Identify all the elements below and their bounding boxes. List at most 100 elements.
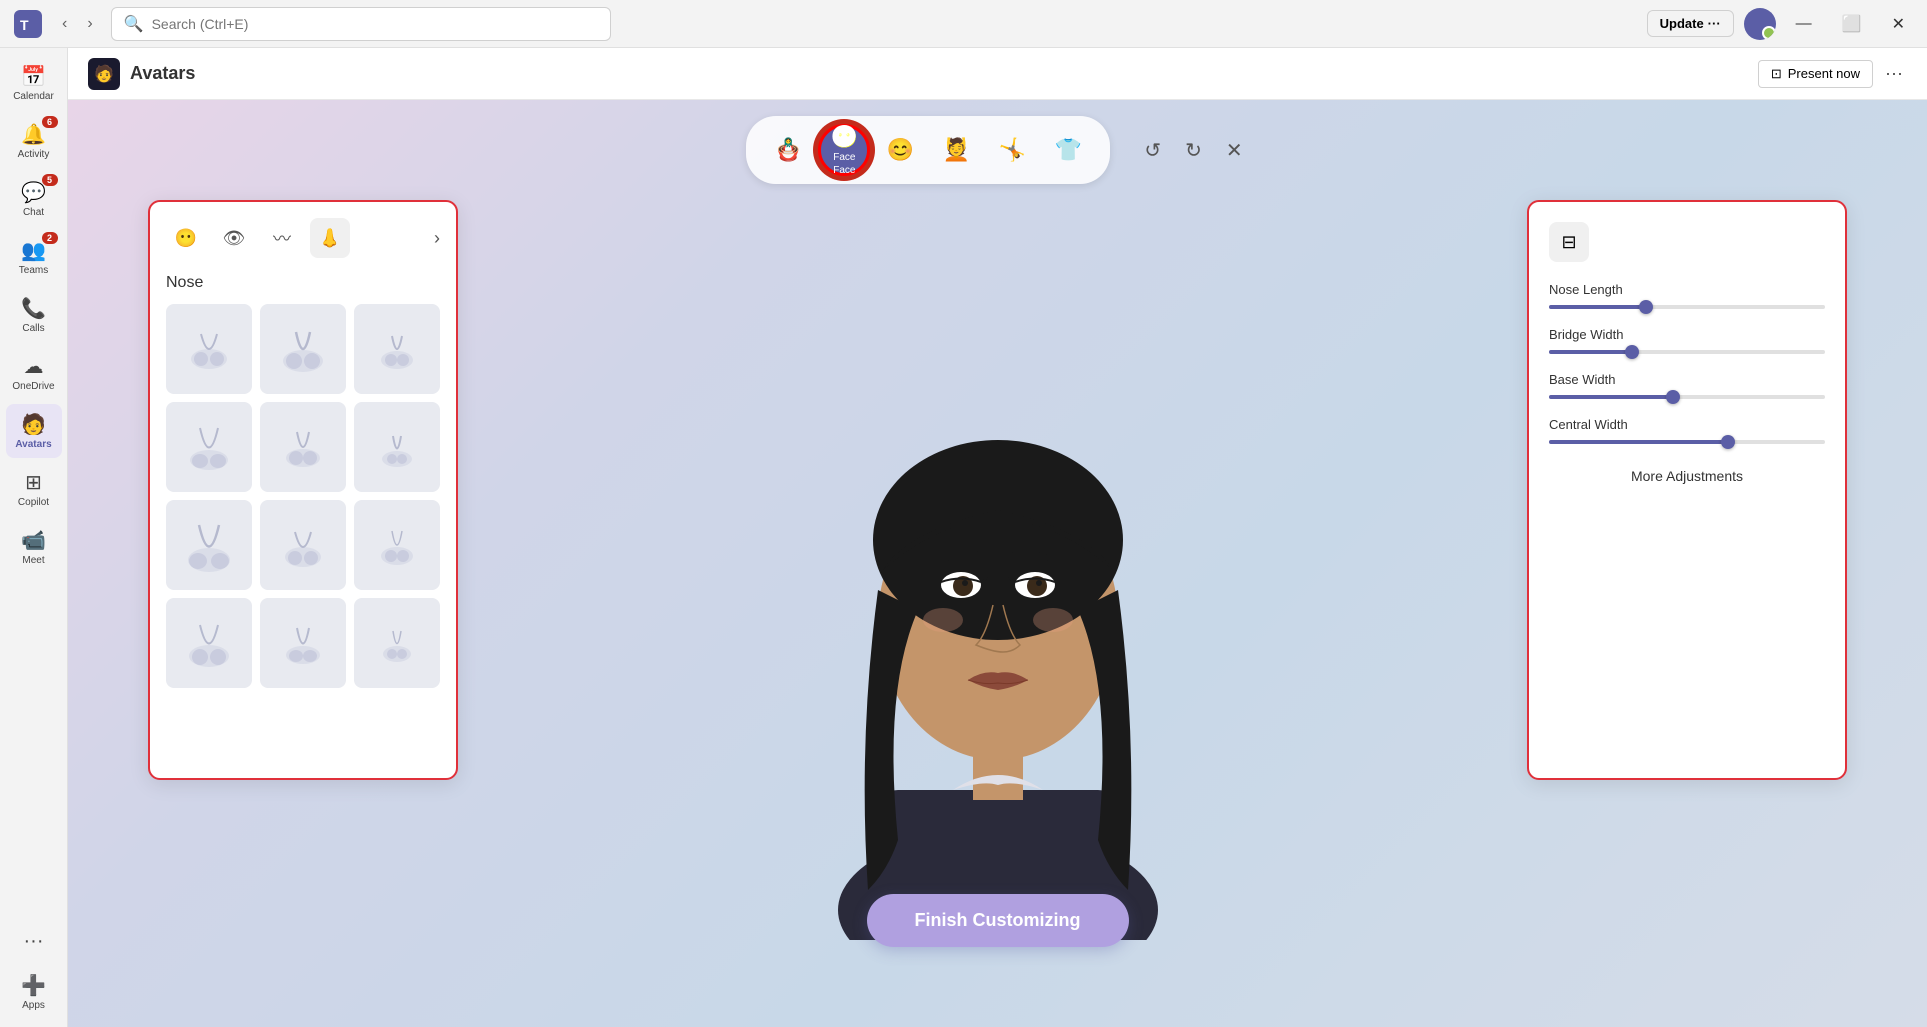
right-panel-header: ⊟: [1549, 222, 1825, 262]
toolbar-tab-hair[interactable]: 💆: [930, 124, 982, 176]
close-button[interactable]: ✕: [1882, 10, 1915, 38]
sidebar-label-onedrive: OneDrive: [12, 381, 54, 392]
sidebar-label-activity: Activity: [18, 149, 50, 160]
panel-tab-eyebrows[interactable]: 〰: [262, 218, 302, 258]
update-dots: ···: [1708, 16, 1721, 31]
nose-item-2[interactable]: [260, 304, 346, 394]
toolbar-tab-outfit[interactable]: 👕: [1042, 124, 1094, 176]
sidebar-label-calls: Calls: [22, 323, 44, 334]
right-panel: ⊟ Nose Length Bridge Width: [1527, 200, 1847, 780]
sidebar-label-avatars: Avatars: [15, 439, 51, 450]
header-right: ⊡ Present now ···: [1758, 59, 1907, 88]
forward-button[interactable]: ›: [79, 11, 100, 37]
nose-length-label: Nose Length: [1549, 282, 1825, 297]
nose-item-7[interactable]: [166, 500, 252, 590]
nose-item-12[interactable]: [354, 598, 440, 688]
toolbar-tab-pose[interactable]: 🤸: [986, 124, 1038, 176]
teams-logo: T: [12, 8, 44, 40]
bridge-width-thumb[interactable]: [1625, 345, 1639, 359]
toolbar-tab-body[interactable]: 🪆: [762, 124, 814, 176]
nose-length-track[interactable]: [1549, 305, 1825, 309]
nose-item-10[interactable]: [166, 598, 252, 688]
nose-item-4[interactable]: [166, 402, 252, 492]
back-button[interactable]: ‹: [54, 11, 75, 37]
user-avatar[interactable]: [1744, 8, 1776, 40]
update-button[interactable]: Update ···: [1647, 10, 1734, 37]
minimize-button[interactable]: —: [1786, 11, 1822, 37]
panel-tab-nose[interactable]: 👃: [310, 218, 350, 258]
sidebar-item-apps[interactable]: ➕ Apps: [6, 965, 62, 1019]
close-editor-button[interactable]: ✕: [1220, 132, 1249, 169]
present-now-button[interactable]: ⊡ Present now: [1758, 60, 1873, 88]
calls-icon: 📞: [21, 296, 46, 321]
panel-tab-eyes[interactable]: 👁: [214, 218, 254, 258]
nose-item-3[interactable]: [354, 304, 440, 394]
nose-item-11[interactable]: [260, 598, 346, 688]
maximize-button[interactable]: ⬜: [1832, 10, 1872, 38]
central-width-thumb[interactable]: [1721, 435, 1735, 449]
sidebar-item-meet[interactable]: 📹 Meet: [6, 520, 62, 574]
header-more-button[interactable]: ···: [1881, 59, 1907, 88]
sidebar-item-calendar[interactable]: 📅 Calendar: [6, 56, 62, 110]
panel-tab-face-shape[interactable]: 😶: [166, 218, 206, 258]
finish-customizing-button[interactable]: Finish Customizing: [867, 894, 1129, 947]
more-adjustments-button[interactable]: More Adjustments: [1549, 468, 1825, 484]
undo-button[interactable]: ↺: [1138, 132, 1167, 169]
nose-item-9[interactable]: [354, 500, 440, 590]
present-label: Present now: [1788, 66, 1860, 81]
central-width-section: Central Width: [1549, 417, 1825, 444]
nose-item-8[interactable]: [260, 500, 346, 590]
activity-badge: 6: [42, 116, 58, 128]
panel-tabs: 😶 👁 〰 👃 ›: [166, 218, 440, 258]
nose-item-1[interactable]: [166, 304, 252, 394]
avatar-svg: [798, 190, 1198, 940]
sidebar-item-onedrive[interactable]: ☁ OneDrive: [6, 346, 62, 400]
redo-button[interactable]: ↻: [1179, 132, 1208, 169]
sidebar-item-activity[interactable]: 🔔 6 Activity: [6, 114, 62, 168]
nose-length-fill: [1549, 305, 1646, 309]
apps-icon: ➕: [21, 973, 46, 998]
nav-buttons: ‹ ›: [54, 11, 101, 37]
teams-icon: 👥: [21, 238, 46, 263]
sidebar-item-copilot[interactable]: ⊞ Copilot: [6, 462, 62, 516]
sidebar-item-more[interactable]: ···: [6, 922, 62, 961]
left-panel: 😶 👁 〰 👃 › Nose: [148, 200, 458, 780]
base-width-track[interactable]: [1549, 395, 1825, 399]
sidebar-item-chat[interactable]: 💬 5 Chat: [6, 172, 62, 226]
nose-item-5[interactable]: [260, 402, 346, 492]
base-width-section: Base Width: [1549, 372, 1825, 399]
nose-length-thumb[interactable]: [1639, 300, 1653, 314]
search-bar: 🔍: [111, 7, 611, 41]
search-input[interactable]: [152, 16, 598, 32]
titlebar-right: Update ··· — ⬜ ✕: [1647, 8, 1915, 40]
toolbar-pill: 🪆 😶 Face Face 😊 💆 🤸 👕: [746, 116, 1110, 184]
sidebar-item-teams[interactable]: 👥 2 Teams: [6, 230, 62, 284]
search-icon: 🔍: [124, 14, 144, 34]
nose-length-section: Nose Length: [1549, 282, 1825, 309]
toolbar-tab-expression[interactable]: 😊: [874, 124, 926, 176]
more-icon: ···: [24, 930, 44, 953]
bridge-width-label: Bridge Width: [1549, 327, 1825, 342]
copilot-icon: ⊞: [25, 470, 42, 495]
toolbar-actions: ↺ ↻ ✕: [1138, 132, 1248, 169]
sidebar-item-calls[interactable]: 📞 Calls: [6, 288, 62, 342]
sidebar-label-calendar: Calendar: [13, 91, 54, 102]
sidebar-label-copilot: Copilot: [18, 497, 49, 508]
avatar-container: [798, 190, 1198, 940]
sidebar-item-avatars[interactable]: 🧑 Avatars: [6, 404, 62, 458]
central-width-track[interactable]: [1549, 440, 1825, 444]
top-toolbar: 🪆 😶 Face Face 😊 💆 🤸 👕 ↺ ↻ ✕: [746, 100, 1248, 192]
sidebar-label-meet: Meet: [22, 555, 44, 566]
chat-badge: 5: [42, 174, 58, 186]
teams-badge: 2: [42, 232, 58, 244]
content-area: 🧑 Avatars ⊡ Present now ··· 🪆 😶 Face: [68, 48, 1927, 1027]
base-width-thumb[interactable]: [1666, 390, 1680, 404]
bridge-width-track[interactable]: [1549, 350, 1825, 354]
toolbar-tab-face[interactable]: 😶 Face Face: [818, 124, 870, 176]
meet-icon: 📹: [21, 528, 46, 553]
face-tab-label: Face: [833, 152, 855, 163]
panel-tab-next[interactable]: ›: [434, 228, 440, 249]
nose-item-6[interactable]: [354, 402, 440, 492]
activity-icon: 🔔: [21, 122, 46, 147]
present-icon: ⊡: [1771, 66, 1782, 82]
